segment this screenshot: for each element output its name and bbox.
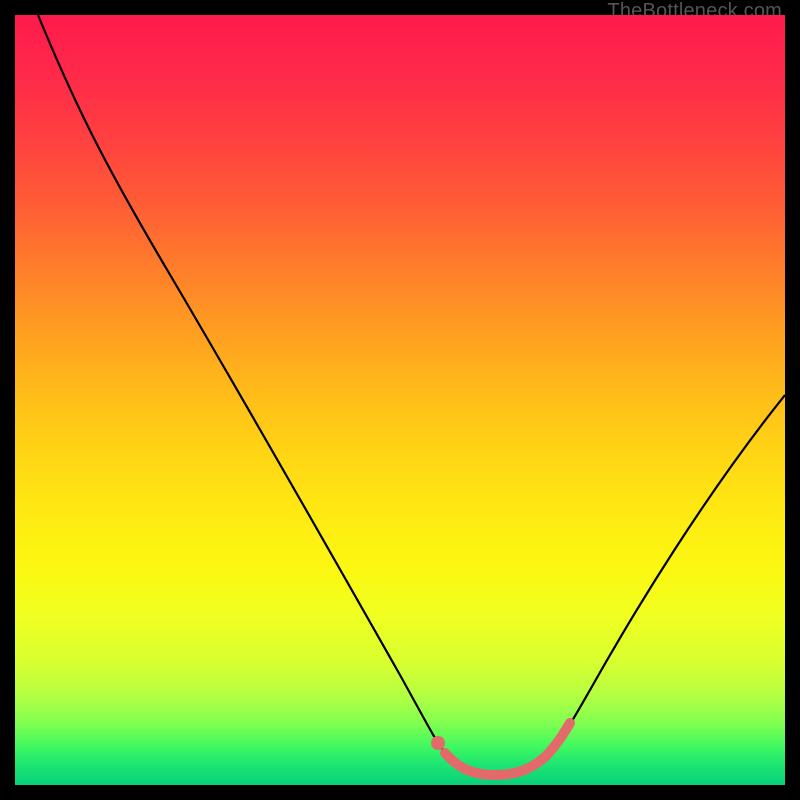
bottleneck-curve-svg (15, 15, 785, 785)
optimal-range-highlight (445, 723, 570, 775)
left-marker-dot (431, 736, 445, 750)
chart-frame: TheBottleneck.com (0, 0, 800, 800)
plot-area (15, 15, 785, 785)
bottleneck-curve (38, 15, 785, 775)
